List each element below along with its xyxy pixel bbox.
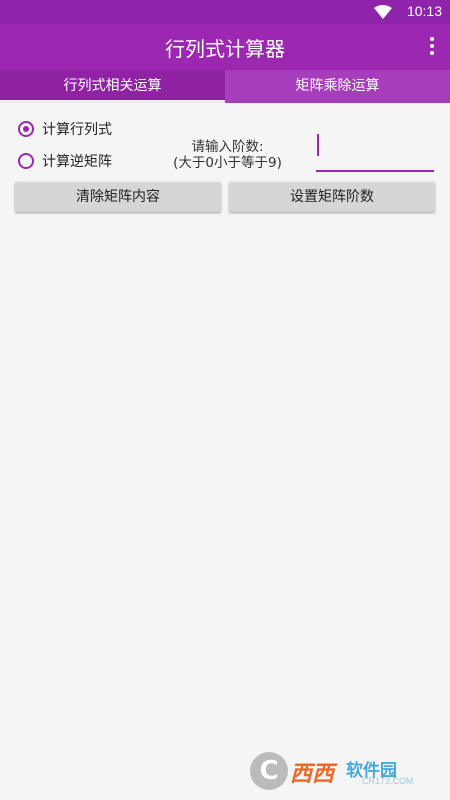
set-order-button[interactable]: 设置矩阵阶数 [229,182,435,212]
radio-determinant-label: 计算行列式 [42,122,112,138]
order-input[interactable] [316,132,434,172]
watermark-brand: 西西 [290,762,335,787]
more-vert-icon[interactable] [428,37,436,57]
status-bar: 10:13 [0,0,450,24]
order-prompt-line2: (大于0小于等于9) [173,155,282,171]
order-prompt-line1: 请输入阶数: [191,139,264,155]
watermark-domain: CR173.COM [362,776,414,786]
wifi-icon [374,5,392,19]
radio-inverse[interactable]: 计算逆矩阵 [18,150,112,172]
clear-matrix-button[interactable]: 清除矩阵内容 [15,182,221,212]
text-cursor [317,134,319,156]
tab-matrix-multiply-divide[interactable]: 矩阵乘除运算 [225,70,450,103]
radio-unchecked-icon[interactable] [18,153,34,169]
watermark-logo-icon: C [250,752,288,790]
status-time: 10:13 [406,3,442,19]
tab-bar: 行列式相关运算 矩阵乘除运算 [0,70,450,103]
app-bar: 行列式计算器 [0,24,450,70]
app-title: 行列式计算器 [165,37,285,61]
watermark: C 西西 软件园 CR173.COM [250,752,434,790]
radio-determinant[interactable]: 计算行列式 [18,118,112,140]
order-prompt: 请输入阶数: (大于0小于等于9) [165,139,290,171]
tab-determinant[interactable]: 行列式相关运算 [0,70,225,103]
radio-checked-icon[interactable] [18,121,34,137]
radio-inverse-label: 计算逆矩阵 [42,154,112,170]
